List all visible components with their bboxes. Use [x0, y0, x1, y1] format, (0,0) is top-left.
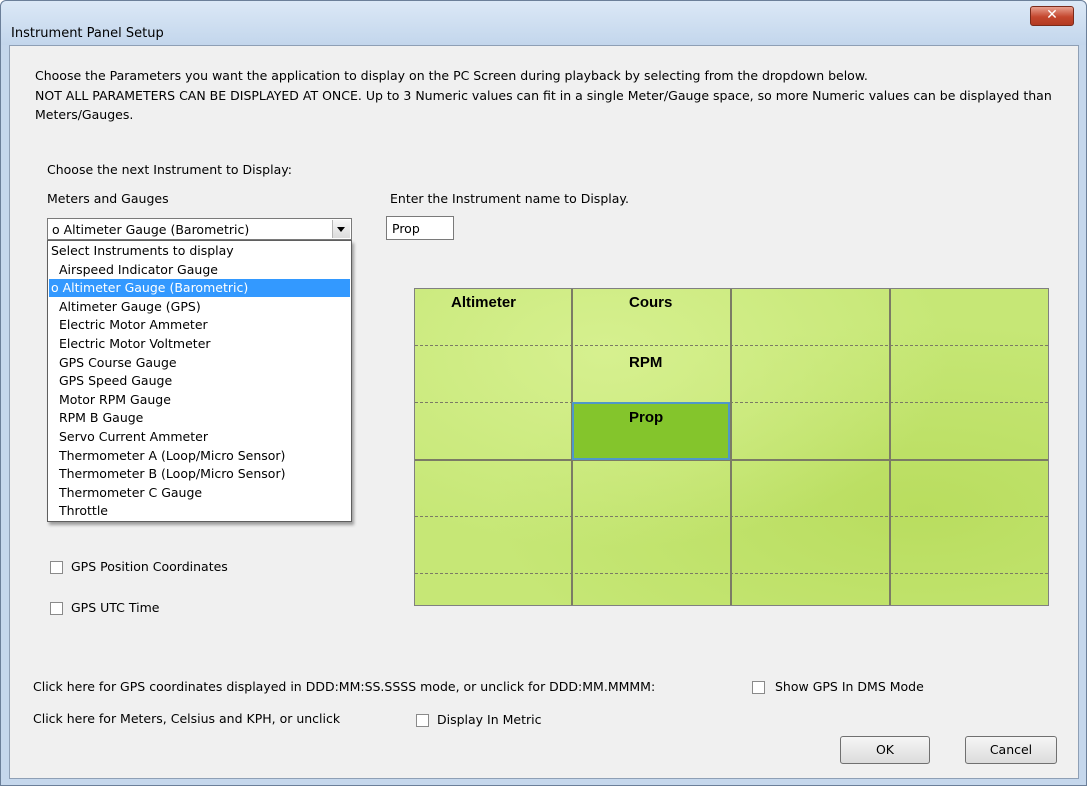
dropdown-item[interactable]: Motor RPM Gauge — [49, 391, 350, 409]
dropdown-item[interactable]: Select Instruments to display — [49, 242, 350, 260]
dms-mode-checkbox[interactable] — [752, 681, 765, 694]
ok-button[interactable]: OK — [840, 736, 930, 764]
gps-position-label[interactable]: GPS Position Coordinates — [71, 559, 228, 574]
meters-gauges-label: Meters and Gauges — [47, 191, 169, 206]
instrument-name-value: Prop — [392, 221, 420, 236]
gps-utc-label[interactable]: GPS UTC Time — [71, 600, 159, 615]
dropdown-item[interactable]: Throttle — [49, 502, 350, 520]
slot-label-rpm[interactable]: RPM — [629, 354, 662, 371]
dropdown-item[interactable]: Thermometer C Gauge — [49, 484, 350, 502]
dialog-body: Choose the Parameters you want the appli… — [9, 45, 1079, 779]
dropdown-item[interactable]: Airspeed Indicator Gauge — [49, 261, 350, 279]
dropdown-item[interactable]: Altimeter Gauge (GPS) — [49, 298, 350, 316]
instrument-name-input[interactable]: Prop — [386, 216, 454, 240]
instrument-select-value: o Altimeter Gauge (Barometric) — [52, 222, 250, 237]
instrument-dropdown-list[interactable]: Select Instruments to display Airspeed I… — [47, 240, 352, 522]
grid-divider — [415, 402, 1048, 403]
dropdown-item[interactable]: GPS Course Gauge — [49, 354, 350, 372]
grid-divider — [415, 345, 1048, 346]
grid-divider — [415, 459, 1048, 461]
slot-label-prop[interactable]: Prop — [629, 409, 663, 426]
dms-prompt: Click here for GPS coordinates displayed… — [33, 679, 656, 694]
dropdown-item[interactable]: RPM B Gauge — [49, 409, 350, 427]
dropdown-item[interactable]: Electric Motor Ammeter — [49, 316, 350, 334]
dropdown-item[interactable]: Thermometer B (Loop/Micro Sensor) — [49, 465, 350, 483]
choose-next-label: Choose the next Instrument to Display: — [47, 162, 292, 177]
metric-checkbox[interactable] — [416, 714, 429, 727]
dropdown-item[interactable]: Thermometer A (Loop/Micro Sensor) — [49, 447, 350, 465]
gps-position-checkbox[interactable] — [50, 561, 63, 574]
instrument-select[interactable]: o Altimeter Gauge (Barometric) — [47, 218, 352, 240]
grid-divider — [415, 516, 1048, 517]
window-title: Instrument Panel Setup — [11, 26, 164, 41]
slot-label-cours[interactable]: Cours — [629, 294, 672, 311]
grid-divider — [889, 289, 891, 605]
slot-label-altimeter[interactable]: Altimeter — [451, 294, 516, 311]
title-bar[interactable]: Instrument Panel Setup ✕ — [1, 1, 1086, 45]
grid-divider — [730, 289, 732, 605]
dialog-window: Instrument Panel Setup ✕ Choose the Para… — [0, 0, 1087, 786]
metric-prompt: Click here for Meters, Celsius and KPH, … — [33, 711, 341, 726]
instrument-name-label: Enter the Instrument name to Display. — [390, 191, 629, 206]
instrument-panel-preview: Altimeter Cours RPM Prop — [414, 288, 1049, 606]
dropdown-item[interactable]: o Altimeter Gauge (Barometric) — [49, 279, 350, 298]
dropdown-item[interactable]: Servo Current Ammeter — [49, 428, 350, 446]
dms-mode-label[interactable]: Show GPS In DMS Mode — [775, 679, 924, 694]
close-icon: ✕ — [1046, 7, 1058, 23]
metric-label[interactable]: Display In Metric — [437, 712, 542, 727]
intro-line-1: Choose the Parameters you want the appli… — [35, 68, 868, 83]
chevron-down-icon[interactable] — [332, 220, 350, 238]
intro-line-2: NOT ALL PARAMETERS CAN BE DISPLAYED AT O… — [35, 88, 1052, 122]
gps-utc-checkbox[interactable] — [50, 602, 63, 615]
cancel-button[interactable]: Cancel — [965, 736, 1057, 764]
dropdown-item[interactable]: Electric Motor Voltmeter — [49, 335, 350, 353]
grid-divider — [415, 573, 1048, 574]
close-button[interactable]: ✕ — [1030, 6, 1074, 26]
dropdown-item[interactable]: GPS Speed Gauge — [49, 372, 350, 390]
